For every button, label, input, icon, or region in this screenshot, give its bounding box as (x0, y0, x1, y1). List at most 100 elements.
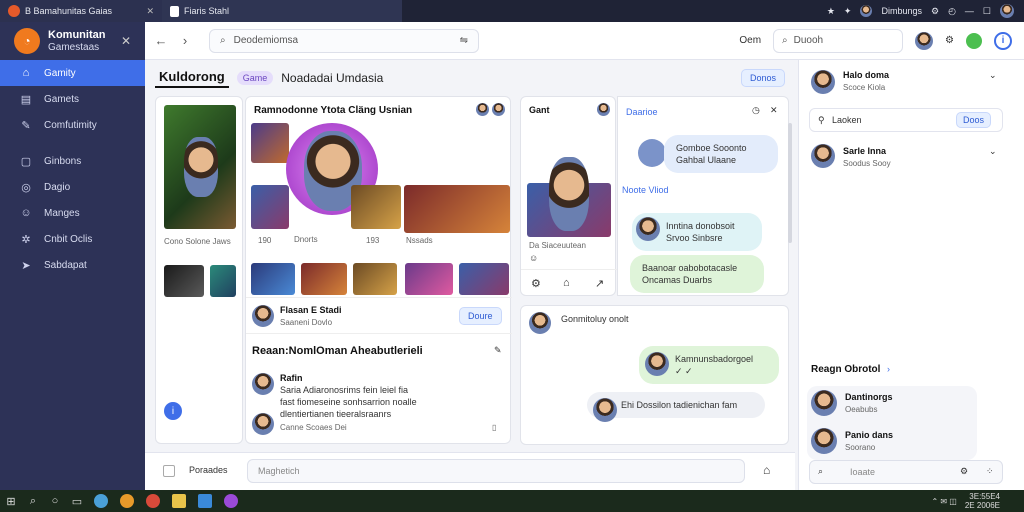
smile-icon[interactable]: ☺ (529, 253, 538, 263)
thumb-image[interactable] (459, 263, 509, 295)
poster-avatar[interactable] (252, 373, 274, 395)
browser-tab[interactable]: Fiaris Stahl (162, 0, 402, 22)
bookmark-star-icon[interactable]: ✦ (844, 6, 852, 17)
chat-scrollbar[interactable] (788, 123, 792, 243)
app-name: Komunitan (48, 28, 106, 41)
user-avatar[interactable] (915, 31, 934, 50)
chevron-down-icon[interactable]: ⌄ (989, 70, 997, 81)
player-avatar[interactable] (252, 305, 274, 327)
sidebar-item-dagio[interactable]: ◎ Dagio (0, 174, 145, 200)
task-view-icon[interactable]: ▭ (66, 495, 88, 508)
page-subtitle: Noadadai Umdasia (281, 71, 384, 85)
player-avatar[interactable] (476, 103, 489, 116)
chevron-down-icon[interactable]: ⌄ (989, 146, 997, 157)
settings-icon[interactable]: ⚙ (960, 466, 968, 477)
left-game-card[interactable]: Cono Solone Jaws i (155, 96, 243, 444)
sidebar-item-sabdapat[interactable]: ➤ Sabdapat (0, 252, 145, 278)
refresh-icon[interactable]: ◷ (752, 105, 760, 116)
chevron-right-icon[interactable]: › (887, 364, 890, 374)
sidebar-item-gamets[interactable]: ▤ Gamets (0, 86, 145, 112)
contact-avatar[interactable] (593, 398, 617, 422)
grid-icon[interactable]: ⁘ (986, 466, 994, 477)
user-avatar[interactable] (811, 70, 835, 94)
thumb-image[interactable] (210, 265, 236, 297)
history-icon[interactable]: ◴ (948, 6, 956, 17)
user-avatar[interactable] (811, 144, 835, 168)
share-icon[interactable]: ⇋ (460, 35, 468, 46)
chrome-icon[interactable] (146, 494, 160, 508)
edit-icon[interactable]: ✎ (494, 345, 502, 356)
thumb-image[interactable] (301, 263, 347, 295)
sidebar-item-gamity[interactable]: ⌂ Gamity (0, 60, 145, 86)
minimize-icon[interactable]: — (965, 6, 974, 16)
attach-icon[interactable] (163, 465, 175, 477)
sidebar-item-comfutimity[interactable]: ✎ Comfutimity (0, 112, 145, 138)
profile-avatar[interactable] (860, 5, 873, 17)
forward-icon[interactable]: › (177, 33, 193, 48)
star-icon[interactable]: ★ (827, 6, 835, 17)
close-icon[interactable]: ✕ (770, 105, 778, 116)
maximize-icon[interactable]: ☐ (983, 6, 991, 17)
thumb-image[interactable] (351, 185, 401, 229)
firefox-icon[interactable] (120, 494, 134, 508)
weapon-image[interactable] (404, 185, 510, 233)
app-icon[interactable] (224, 494, 238, 508)
app-window: ◔ Komunitan Gamestaas ✕ ⌂ Gamity ▤ Gamets ✎… (0, 22, 1024, 490)
thumb-image[interactable] (251, 185, 289, 229)
thumb-image[interactable] (353, 263, 397, 295)
browser-tab-active[interactable]: Β Βamahunitas Gaias ✕ (0, 0, 162, 22)
filter-field[interactable]: ⚲ Laoken Doos (809, 108, 1003, 132)
send-icon[interactable]: ⌂ (763, 463, 770, 477)
donos-button[interactable]: Donos (740, 69, 785, 87)
thumb-image[interactable] (405, 263, 453, 295)
chat-icon: ▢ (20, 155, 32, 168)
folder-icon[interactable] (172, 494, 186, 508)
share-icon[interactable]: ↗ (595, 277, 604, 290)
tray-icon[interactable]: ⌃ ✉ ◫ (931, 497, 956, 506)
contact-avatar[interactable] (638, 139, 666, 167)
search-icon[interactable]: ⌕ (22, 495, 44, 508)
address-bar[interactable]: ⌕ Deodemiomsa ⇋ (209, 28, 479, 53)
mid-game-card[interactable]: Gant Da Siaceuutean ☺ ⚙ ⌂ ↗ (520, 96, 617, 296)
thumb-image[interactable] (251, 123, 289, 163)
info-icon[interactable]: i (164, 402, 182, 420)
sidebar-item-ginbons[interactable]: ▢ Ginbons (0, 148, 145, 174)
settings-icon[interactable]: ⚙ (945, 35, 954, 46)
more-icon[interactable]: ▯ (492, 423, 496, 432)
stat-label: Nssads (406, 236, 433, 245)
stat-value: 190 (258, 236, 272, 245)
contact-avatar[interactable] (636, 217, 660, 241)
back-icon[interactable]: ← (153, 33, 169, 48)
sidebar-item-manges[interactable]: ☺ Manges (0, 200, 145, 226)
edge-icon[interactable] (94, 494, 108, 508)
sidebar-item-cnbit-oclis[interactable]: ✲ Cnbit Oclis (0, 226, 145, 252)
toolbar: ← › ⌕ Deodemiomsa ⇋ Oem ⌕ Duooh ⚙ i (145, 22, 1024, 60)
settings-icon[interactable]: ⚙ (931, 6, 939, 17)
message-input[interactable]: Maghetich (247, 459, 745, 483)
game-badge[interactable]: Game (236, 71, 274, 85)
contact-avatar[interactable] (529, 312, 551, 334)
close-tab-icon[interactable]: ✕ (146, 6, 154, 17)
close-sidebar-icon[interactable]: ✕ (121, 34, 131, 48)
thumb-image[interactable] (251, 263, 295, 295)
friend-avatar[interactable] (811, 428, 837, 454)
contact-avatar[interactable] (645, 352, 669, 376)
player-avatar[interactable] (492, 103, 505, 116)
store-icon[interactable] (198, 494, 212, 508)
search-input[interactable]: ⌕ Duooh (773, 28, 904, 53)
sidebar-item-label: Manges (44, 207, 80, 219)
player-avatar[interactable] (597, 103, 610, 116)
info-icon[interactable]: i (994, 31, 1012, 50)
home-icon[interactable]: ⌂ (563, 277, 570, 289)
settings-icon[interactable]: ⚙ (531, 277, 541, 290)
friend-avatar[interactable] (811, 390, 837, 416)
poster-avatar[interactable] (252, 413, 274, 435)
thumb-image[interactable] (164, 265, 204, 297)
search-icon[interactable]: ○ (44, 495, 66, 507)
list-icon: ▤ (20, 93, 32, 106)
doos-button[interactable]: Doos (956, 112, 992, 128)
user-avatar[interactable] (1000, 4, 1014, 18)
follow-button[interactable]: Doure (459, 307, 502, 325)
windows-start-icon[interactable]: ⊞ (0, 495, 22, 508)
friend-search-input[interactable]: ⌕ Ioaate ⚙ ⁘ (809, 460, 1003, 484)
